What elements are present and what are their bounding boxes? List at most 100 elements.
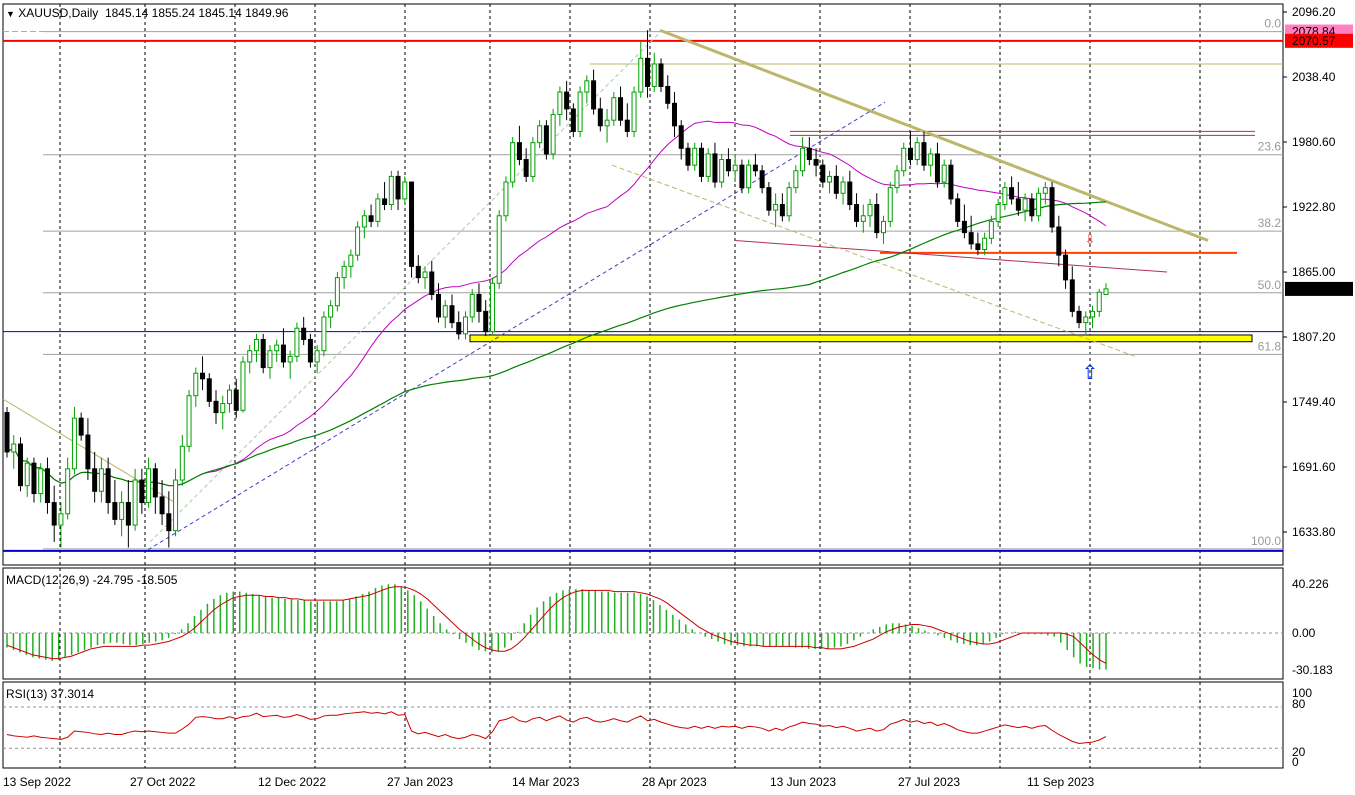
y-tick-label: 1922.80: [1292, 200, 1336, 214]
candle-body: [982, 237, 988, 251]
candle-body: [773, 204, 779, 211]
candle-body: [213, 400, 219, 414]
fib-level-label: 23.6: [1258, 140, 1282, 154]
candle-body: [294, 327, 300, 357]
candle-body: [186, 395, 192, 447]
candle-body: [119, 502, 125, 520]
candle-body: [671, 102, 677, 127]
candle-body: [92, 468, 98, 492]
candle-body: [280, 344, 286, 363]
candle-body: [881, 220, 887, 234]
candle-body: [274, 344, 280, 352]
y-tick-label: 2096.20: [1292, 5, 1336, 19]
candle-body: [388, 175, 394, 206]
candle-body: [287, 355, 293, 363]
candle-body: [759, 170, 765, 189]
candle-body: [476, 293, 482, 312]
candle-body: [968, 232, 974, 245]
candle-body: [732, 164, 738, 172]
candle-body: [4, 412, 10, 453]
candle-body: [375, 198, 381, 222]
collapse-triangle-icon[interactable]: ▼: [6, 9, 15, 19]
candle-body: [550, 114, 556, 155]
candle-body: [692, 147, 698, 166]
y-tick-label: 1633.80: [1292, 525, 1336, 539]
candle-body: [355, 226, 361, 256]
fib-level-label: 61.8: [1258, 339, 1282, 353]
y-tick-label: 2038.40: [1292, 70, 1336, 84]
candle-body: [766, 187, 772, 211]
candle-body: [739, 164, 745, 189]
candle-body: [685, 147, 691, 166]
candle-body: [955, 198, 961, 222]
candle-body: [874, 204, 880, 234]
candle-body: [44, 468, 50, 504]
candle-body: [752, 164, 758, 172]
candle-body: [618, 97, 624, 121]
candle-body: [719, 159, 725, 183]
candle-body: [1029, 198, 1035, 217]
candle-body: [348, 254, 354, 267]
candle-body: [523, 159, 529, 177]
rsi-panel-frame: [2, 681, 1284, 769]
candle-body: [961, 220, 967, 234]
fib-level-label: 38.2: [1258, 216, 1282, 230]
candle-body: [58, 513, 64, 526]
candle-body: [678, 125, 684, 149]
candle-body: [409, 181, 415, 267]
candle-body: [152, 468, 158, 498]
candle-body: [779, 204, 785, 217]
candle-body: [658, 63, 664, 87]
x-tick-label: 14 Mar 2023: [512, 775, 580, 789]
y-tick-label: 1980.60: [1292, 135, 1336, 149]
candle-body: [361, 215, 367, 228]
candle-body: [193, 372, 199, 397]
candle-body: [179, 445, 185, 481]
candle-body: [200, 372, 206, 380]
candle-body: [988, 220, 994, 239]
candle-body: [1002, 187, 1008, 206]
candle-body: [921, 142, 927, 166]
candle-body: [1083, 316, 1089, 324]
candle-body: [840, 181, 846, 194]
candle-body: [867, 204, 873, 217]
candle-body: [173, 479, 179, 532]
candle-body: [806, 147, 812, 161]
candle-body: [442, 305, 448, 318]
candle-body: [1042, 187, 1048, 194]
candle-body: [530, 142, 536, 177]
candle-body: [887, 187, 893, 222]
candle-body: [948, 164, 954, 200]
candle-body: [51, 502, 57, 526]
candle-body: [31, 462, 37, 495]
x-tick-label: 27 Jan 2023: [387, 775, 453, 789]
candle-body: [307, 338, 313, 363]
y-tick-label: 1691.60: [1292, 460, 1336, 474]
candle-body: [368, 215, 374, 222]
up-arrow-icon: ⇧: [1082, 360, 1099, 384]
candle-body: [813, 159, 819, 166]
rsi-tick-label: 0: [1292, 755, 1299, 769]
candle-body: [1049, 187, 1055, 228]
candle-body: [631, 91, 637, 132]
candle-body: [1103, 288, 1109, 295]
candle-body: [247, 350, 253, 363]
candle-body: [328, 305, 334, 318]
fib-level-label: 0.0: [1264, 17, 1281, 31]
rsi-header: RSI(13) 37.3014: [6, 687, 95, 701]
candle-body: [112, 502, 118, 520]
x-tick-label: 28 Apr 2023: [642, 775, 707, 789]
candle-body: [220, 403, 226, 414]
trading-chart[interactable]: 0.0 23.6 38.2 50.0 61.8 100.0 ⇧ ⇩ 2096.20 2038.…: [0, 0, 1355, 795]
x-tick-label: 27 Jul 2023: [898, 775, 960, 789]
candle-body: [24, 462, 30, 487]
candle-body: [314, 350, 320, 363]
candle-body: [146, 468, 152, 504]
candle-body: [402, 181, 408, 200]
candle-body: [645, 57, 651, 87]
candle-body: [591, 80, 597, 110]
candle-body: [395, 175, 401, 200]
candle-body: [1063, 254, 1069, 281]
candle-body: [38, 468, 44, 495]
candle-body: [543, 125, 549, 155]
